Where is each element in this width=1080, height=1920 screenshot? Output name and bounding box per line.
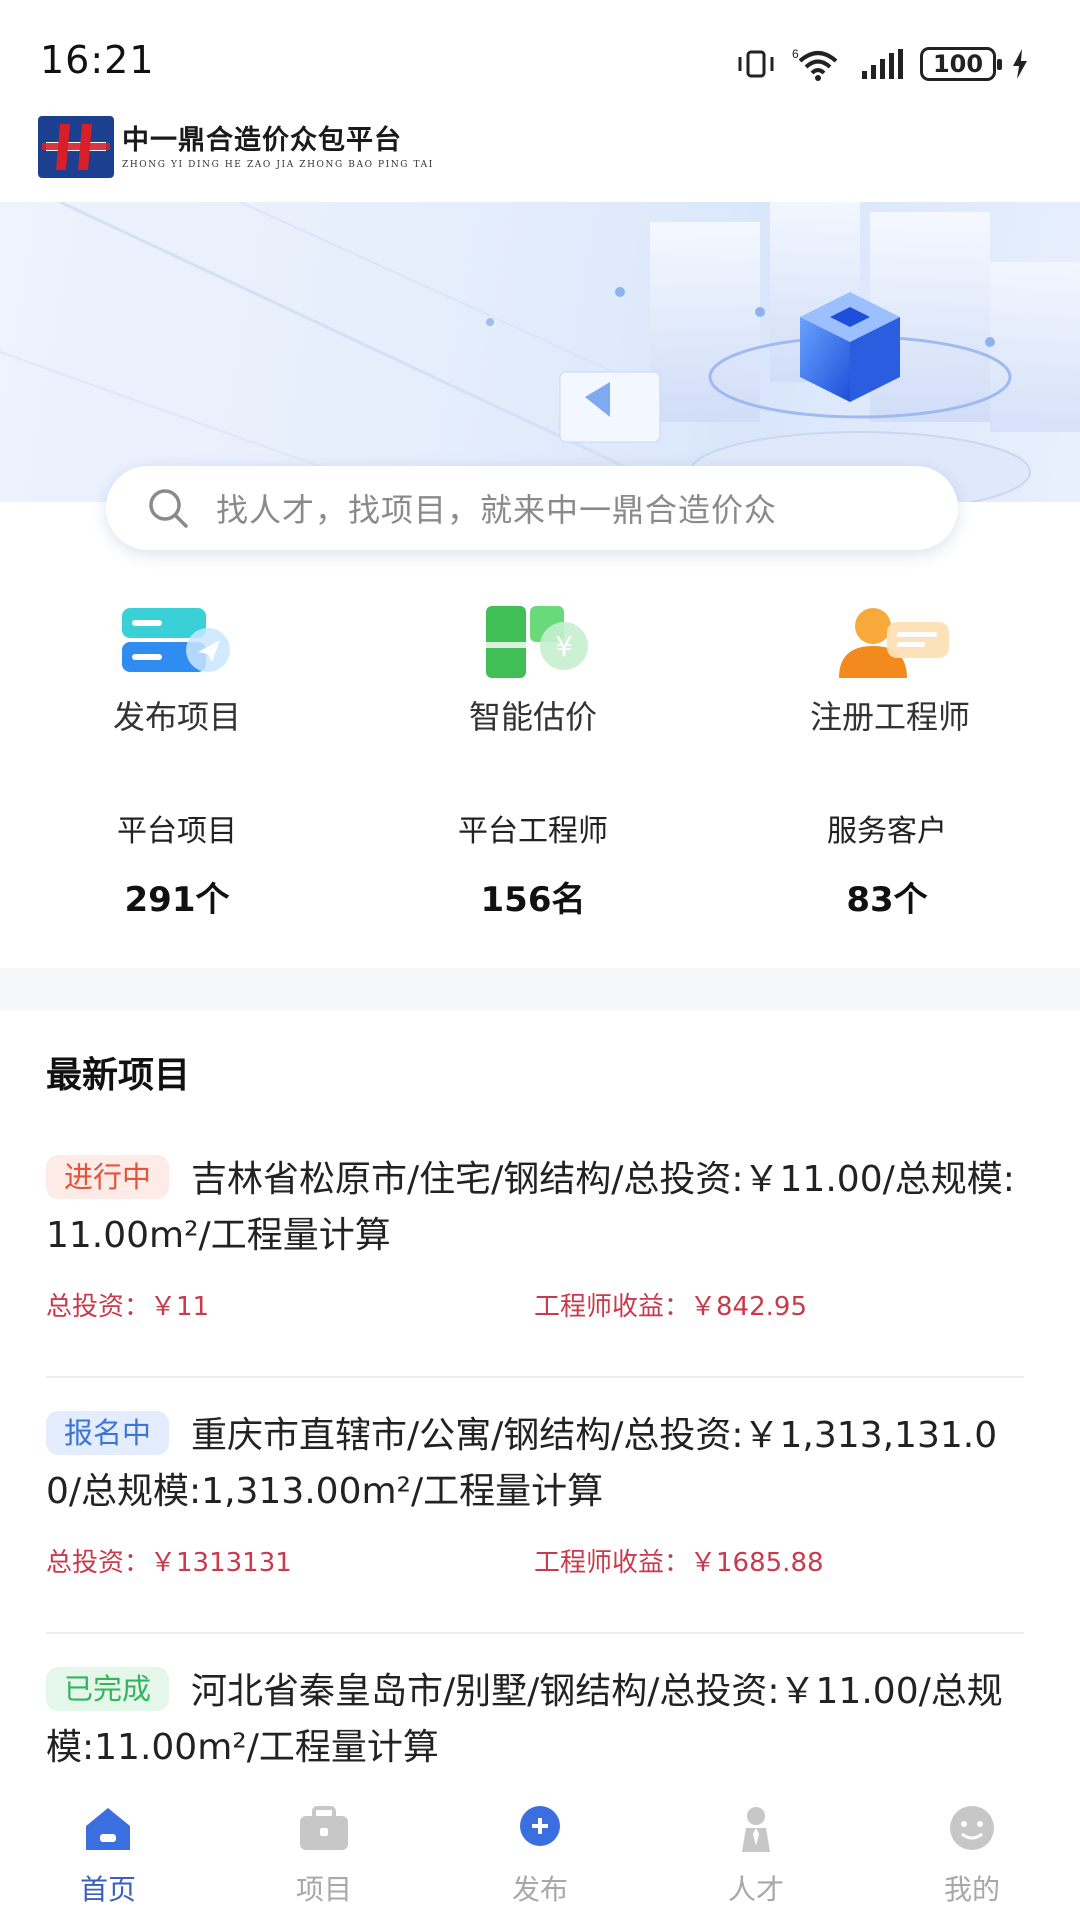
register-engineer-button[interactable]: 注册工程师 bbox=[770, 596, 1010, 736]
smart-valuation-icon: ¥ bbox=[486, 606, 588, 678]
battery-level: 100 bbox=[932, 50, 984, 78]
stat-clients: 服务客户 83个 bbox=[757, 806, 1017, 921]
income-label: 工程师收益： bbox=[534, 1292, 691, 1322]
network-label: 6 bbox=[792, 47, 799, 61]
profile-icon bbox=[950, 1806, 994, 1850]
status-icons: 6 100 bbox=[736, 44, 1028, 84]
stat-value: 156名 bbox=[480, 880, 586, 920]
signal-icon bbox=[862, 49, 903, 79]
project-card[interactable]: 进行中 吉林省松原市/住宅/钢结构/总投资:￥11.00/总规模:11.00m²/… bbox=[46, 1152, 1024, 1326]
logo-text: 中一鼎合造价众包平台 ZHONG YI DING HE ZAO JIA ZHON… bbox=[122, 124, 434, 170]
app-header: 中一鼎合造价众包平台 ZHONG YI DING HE ZAO JIA ZHON… bbox=[38, 116, 434, 178]
project-title: 已完成 河北省秦皇岛市/别墅/钢结构/总投资:￥11.00/总规模:11.00m²… bbox=[46, 1664, 1024, 1776]
tab-publish[interactable]: 发布 bbox=[432, 1790, 648, 1920]
list-divider bbox=[46, 1632, 1024, 1634]
investment-label: 总投资： bbox=[46, 1548, 151, 1578]
project-title-text: 重庆市直辖市/公寓/钢结构/总投资:￥1,313,131.00/总规模:1,31… bbox=[46, 1415, 998, 1512]
tab-talent[interactable]: 人才 bbox=[648, 1790, 864, 1920]
bottom-tab-bar: 首页 项目 发布 人才 我的 bbox=[0, 1790, 1080, 1920]
add-icon bbox=[520, 1806, 560, 1846]
project-title: 报名中 重庆市直辖市/公寓/钢结构/总投资:￥1,313,131.00/总规模:1… bbox=[46, 1408, 1024, 1520]
status-badge: 进行中 bbox=[46, 1155, 170, 1199]
income-value: ￥842.95 bbox=[690, 1292, 807, 1322]
register-engineer-icon bbox=[839, 608, 949, 678]
hero-banner[interactable] bbox=[0, 202, 1080, 502]
project-title-text: 吉林省松原市/住宅/钢结构/总投资:￥11.00/总规模:11.00m²/工程量… bbox=[46, 1159, 1015, 1256]
tab-home[interactable]: 首页 bbox=[0, 1790, 216, 1920]
tab-mine[interactable]: 我的 bbox=[864, 1790, 1080, 1920]
brand-logo-icon bbox=[38, 116, 114, 178]
logo-title: 中一鼎合造价众包平台 bbox=[122, 125, 402, 156]
tab-mine-label: 我的 bbox=[943, 1873, 1000, 1906]
investment-value: ￥1313131 bbox=[150, 1548, 292, 1578]
logo-subtitle: ZHONG YI DING HE ZAO JIA ZHONG BAO PING … bbox=[122, 160, 434, 170]
status-time: 16:21 bbox=[40, 38, 155, 82]
publish-project-label: 发布项目 bbox=[112, 698, 241, 736]
banner-illustration bbox=[0, 202, 1080, 502]
tab-home-label: 首页 bbox=[79, 1873, 136, 1906]
project-title-text: 河北省秦皇岛市/别墅/钢结构/总投资:￥11.00/总规模:11.00m²/工程… bbox=[46, 1671, 1003, 1768]
total-investment: 总投资：￥1313131 bbox=[46, 1542, 292, 1579]
stat-label: 平台项目 bbox=[117, 814, 237, 849]
quick-actions: 发布项目 ¥ 智能估价 注册工程师 bbox=[0, 596, 1080, 736]
income-label: 工程师收益： bbox=[534, 1548, 691, 1578]
platform-stats: 平台项目 291个 平台工程师 156名 服务客户 83个 bbox=[0, 806, 1080, 920]
tab-talent-label: 人才 bbox=[727, 1873, 784, 1906]
status-bar: 16:21 6 100 bbox=[0, 0, 1080, 116]
battery-icon: 100 bbox=[920, 47, 1002, 81]
stat-label: 平台工程师 bbox=[458, 814, 608, 849]
vibrate-icon bbox=[738, 50, 774, 78]
total-investment: 总投资：￥11 bbox=[46, 1286, 209, 1323]
stat-engineers: 平台工程师 156名 bbox=[403, 806, 663, 921]
investment-value: ￥11 bbox=[150, 1292, 210, 1322]
tab-publish-label: 发布 bbox=[511, 1873, 568, 1906]
stat-label: 服务客户 bbox=[827, 814, 947, 849]
latest-projects-title: 最新项目 bbox=[46, 1055, 191, 1096]
publish-project-icon bbox=[122, 608, 230, 672]
income-value: ￥1685.88 bbox=[690, 1548, 824, 1578]
project-card[interactable]: 报名中 重庆市直辖市/公寓/钢结构/总投资:￥1,313,131.00/总规模:1… bbox=[46, 1408, 1024, 1582]
list-divider bbox=[46, 1376, 1024, 1378]
stat-value: 83个 bbox=[846, 880, 928, 920]
stat-projects: 平台项目 291个 bbox=[47, 806, 307, 921]
engineer-income: 工程师收益：￥842.95 bbox=[534, 1286, 807, 1323]
briefcase-icon bbox=[300, 1806, 348, 1850]
register-engineer-label: 注册工程师 bbox=[809, 698, 970, 736]
search-bar[interactable]: 找人才，找项目，就来中一鼎合造价众 bbox=[106, 466, 958, 550]
project-meta: 总投资：￥1313131 工程师收益：￥1685.88 bbox=[46, 1542, 1024, 1582]
charging-icon bbox=[1013, 49, 1027, 79]
home-icon bbox=[86, 1808, 130, 1850]
status-badge: 报名中 bbox=[46, 1411, 170, 1455]
wifi-icon: 6 bbox=[792, 47, 838, 81]
search-input[interactable]: 找人才，找项目，就来中一鼎合造价众 bbox=[216, 485, 777, 531]
engineer-income: 工程师收益：￥1685.88 bbox=[534, 1542, 824, 1579]
tab-projects[interactable]: 项目 bbox=[216, 1790, 432, 1920]
project-title: 进行中 吉林省松原市/住宅/钢结构/总投资:￥11.00/总规模:11.00m²/… bbox=[46, 1152, 1024, 1264]
svg-text:¥: ¥ bbox=[555, 630, 573, 663]
tab-projects-label: 项目 bbox=[295, 1873, 352, 1906]
stat-value: 291个 bbox=[124, 880, 230, 920]
investment-label: 总投资： bbox=[46, 1292, 151, 1322]
publish-project-button[interactable]: 发布项目 bbox=[57, 596, 297, 736]
project-card[interactable]: 已完成 河北省秦皇岛市/别墅/钢结构/总投资:￥11.00/总规模:11.00m²… bbox=[46, 1664, 1024, 1776]
status-badge: 已完成 bbox=[46, 1667, 170, 1711]
smart-valuation-label: 智能估价 bbox=[468, 698, 597, 736]
project-meta: 总投资：￥11 工程师收益：￥842.95 bbox=[46, 1286, 1024, 1326]
smart-valuation-button[interactable]: ¥ 智能估价 bbox=[413, 596, 653, 736]
section-divider bbox=[0, 968, 1080, 1010]
search-icon bbox=[149, 489, 188, 528]
talent-icon bbox=[742, 1807, 770, 1852]
